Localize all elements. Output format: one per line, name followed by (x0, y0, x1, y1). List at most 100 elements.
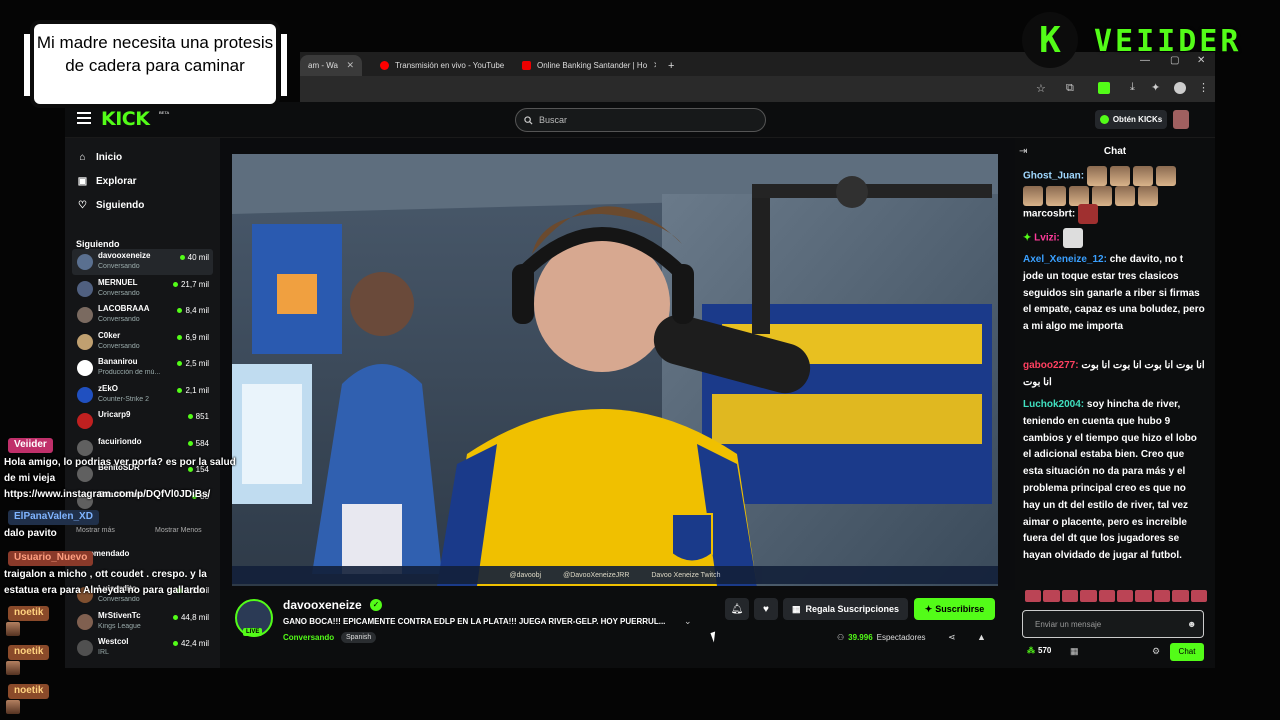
notification-bell-button[interactable]: 🔔︎ (725, 598, 749, 620)
channel-avatar (77, 307, 93, 323)
sidebar-channel[interactable]: Bananirou Producción de mú... 2,5 mil (72, 355, 213, 381)
emote-icon (1109, 166, 1130, 186)
chat-username[interactable]: Axel_Xeneize_12: (1023, 254, 1107, 265)
calendar-icon[interactable]: ▦ (1070, 646, 1079, 657)
channel-points[interactable]: ⁂ 570 (1027, 646, 1051, 655)
emote-icon[interactable] (1043, 590, 1060, 602)
extensions-icon[interactable]: ⧉ (1066, 82, 1074, 95)
profile-icon[interactable] (1174, 82, 1186, 94)
chat-username[interactable]: Luchok2004: (1023, 399, 1084, 410)
puzzle-icon[interactable]: ✦ (1151, 81, 1160, 94)
user-avatar[interactable] (1173, 110, 1189, 129)
get-kicks-button[interactable]: Obtén KICKs (1095, 110, 1167, 129)
live-dot-icon (177, 334, 183, 340)
gift-subs-button[interactable]: ▦ Regala Suscripciones (783, 598, 908, 620)
channel-category: Conversando (98, 342, 140, 350)
chat-send-button[interactable]: Chat (1170, 643, 1204, 661)
subscribe-button[interactable]: ✦ Suscribirse (914, 598, 995, 620)
nav-browse[interactable]: ▣ Explorar (77, 176, 137, 187)
channel-avatar (77, 386, 93, 403)
chat-message: marcosbrt: (1023, 204, 1205, 224)
nav-home[interactable]: ⌂ Inicio (77, 152, 122, 163)
heart-icon: ♡ (78, 200, 87, 211)
chevron-down-icon[interactable]: ⌄ (684, 616, 692, 627)
channel-viewers: 40 mil (179, 253, 209, 262)
emote-icon[interactable] (1025, 590, 1042, 602)
caption-accent (24, 34, 30, 96)
donation-caption: Mi madre necesita una protesis de cadera… (34, 24, 276, 104)
download-icon[interactable]: ⤓ (1130, 81, 1135, 94)
brand-name: VEIIDER (1094, 24, 1242, 59)
bookmark-star-icon[interactable]: ☆ (1036, 82, 1046, 95)
collapse-chat-icon[interactable]: ⇥ (1019, 146, 1027, 157)
nav-following[interactable]: ♡ Siguiendo (77, 200, 144, 211)
channel-category: Conversando (98, 316, 140, 323)
twitch-handle: Davoo Xeneize Twitch (651, 571, 721, 579)
overlay-message: traigalon a micho , ott coudet . crespo.… (4, 569, 207, 596)
close-tab-icon[interactable]: ✕ (346, 60, 354, 71)
bell-icon: 🔔︎ (730, 603, 744, 615)
new-tab-button[interactable]: + (660, 55, 678, 76)
viewers-icon: ⚇ (837, 633, 845, 642)
close-tab-icon[interactable]: ✕ (653, 60, 656, 71)
chat-message: Axel_Xeneize_12: che davito, no t jode u… (1023, 252, 1205, 336)
emote-icon[interactable] (1061, 590, 1079, 602)
streamer-name[interactable]: davooxeneize (283, 598, 362, 612)
emote-icon[interactable] (1098, 590, 1116, 602)
search-input[interactable]: Buscar (515, 108, 766, 132)
chat-message: gaboo2277: انا بوت انا بوت انا بوت انا ب… (1023, 358, 1205, 392)
emote-icon[interactable] (1080, 590, 1097, 602)
emote-icon[interactable] (1117, 590, 1134, 602)
chat-input[interactable]: Enviar un mensaje (1022, 610, 1204, 638)
sidebar-channel[interactable]: MERNUEL Conversando 21,7 mil (72, 276, 213, 302)
chat-message: Ghost_Juan: (1023, 166, 1205, 206)
channel-viewers: 21,7 mil (172, 280, 209, 289)
instagram-handle: @davoobj (509, 571, 542, 579)
sidebar-channel[interactable]: zEkO Counter-Strike 2 2,1 mil (72, 382, 213, 408)
channel-viewers: 6,9 mil (177, 333, 209, 342)
stream-info-bar: LIVE davooxeneize ✓ GANO BOCA!!! EPICAME… (220, 590, 1015, 668)
kick-logo[interactable]: KICK (101, 108, 150, 130)
browser-tab-active[interactable]: am - Wa ✕ (300, 55, 362, 76)
verified-icon: ✓ (370, 599, 382, 611)
emote-icon[interactable] (1190, 590, 1208, 602)
beta-label: BETA (159, 110, 170, 115)
gear-icon[interactable]: ⚙ (1152, 646, 1160, 657)
browser-tab-youtube[interactable]: Transmisión en vivo - YouTube ✕ (372, 55, 510, 76)
emote-icon[interactable] (1135, 590, 1152, 602)
stream-title: GANO BOCA!!! EPICAMENTE CONTRA EDLP EN L… (283, 617, 666, 626)
overlay-username: noetik (8, 684, 50, 699)
report-icon[interactable]: ▲ (977, 632, 986, 642)
menu-dots-icon[interactable]: ⋮ (1198, 81, 1209, 94)
video-social-overlay: @davoobj @DavooXeneizeJRR Davoo Xeneize … (232, 566, 998, 584)
emoji-picker-icon[interactable]: ☻ (1187, 619, 1196, 629)
browser-tab-santander[interactable]: Online Banking Santander | Ho ✕ (514, 55, 656, 76)
emote-icon (1155, 166, 1176, 186)
overlay-username: Usuario_Nuevo (8, 551, 94, 566)
chat-username[interactable]: marcosbrt: (1023, 209, 1075, 220)
video-player[interactable] (232, 154, 998, 586)
emote-bar (1025, 590, 1208, 604)
chat-username[interactable]: Lvizi: (1034, 233, 1060, 244)
chat-username[interactable]: Ghost_Juan: (1023, 171, 1084, 182)
viewer-count: ⚇ 39.996 Espectadores (837, 633, 926, 642)
sidebar-channel[interactable]: davooxeneize Conversando 40 mil (72, 249, 213, 275)
sidebar-channel[interactable]: LACOBRAAA Conversando 8,4 mil (72, 302, 213, 328)
live-dot-icon (177, 308, 183, 313)
chat-username[interactable]: gaboo2277: (1023, 360, 1079, 371)
language-badge[interactable]: Spanish (341, 632, 377, 643)
share-icon[interactable]: ⋖ (948, 632, 956, 643)
channel-avatar (77, 254, 93, 270)
overlay-message: Hola amigo, lo podrias ver porfa? es por… (4, 457, 236, 500)
stream-category[interactable]: Conversando (283, 633, 334, 642)
emote-icon[interactable] (1153, 590, 1171, 602)
follow-heart-button[interactable]: ♥ (754, 598, 778, 620)
channel-name: MERNUEL (98, 277, 138, 287)
kick-extension-icon[interactable] (1098, 82, 1110, 94)
gift-icon: ▦ (791, 603, 801, 614)
emote-icon[interactable] (1172, 590, 1189, 602)
channel-avatar (77, 333, 93, 350)
search-placeholder: Buscar (539, 115, 568, 125)
hamburger-menu-icon[interactable] (77, 112, 91, 124)
sidebar-channel[interactable]: C0ker Conversando 6,9 mil (72, 329, 213, 355)
